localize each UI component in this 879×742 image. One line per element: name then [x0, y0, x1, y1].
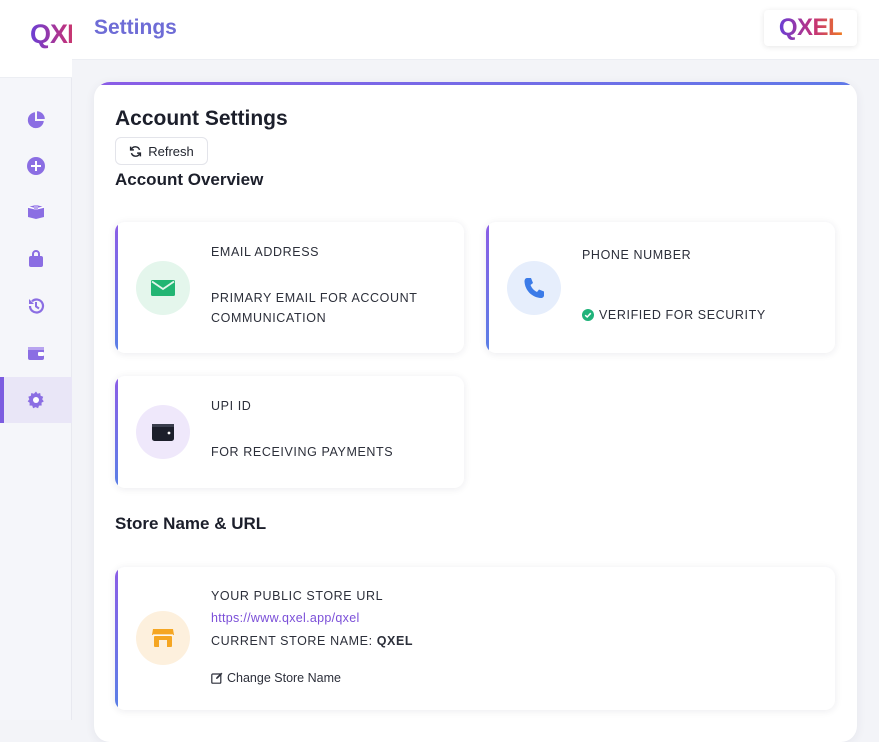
store-section-title: Store Name & URL — [115, 514, 267, 533]
page-title: Settings — [94, 16, 177, 39]
wallet-icon — [28, 347, 44, 360]
store-url-label: YOUR PUBLIC STORE URL — [211, 589, 384, 603]
plus-circle-icon — [27, 157, 45, 175]
refresh-label: Refresh — [148, 143, 194, 159]
email-desc-line2: COMMUNICATION — [211, 311, 327, 325]
sidebar-item-orders[interactable] — [0, 236, 72, 282]
upi-label: UPI ID — [211, 399, 252, 413]
brand-badge-text: QXEL — [778, 14, 843, 41]
top-bar: Settings QXEL — [72, 0, 879, 60]
account-settings-title: Account Settings — [115, 107, 288, 130]
current-store-name-row: CURRENT STORE NAME: QXEL — [211, 631, 413, 651]
sidebar-item-dashboard[interactable] — [0, 97, 72, 143]
current-store-name-value: QXEL — [376, 634, 414, 648]
upi-icon-circle — [136, 405, 190, 459]
refresh-icon — [130, 145, 142, 157]
store-icon — [152, 629, 174, 647]
sidebar-item-settings[interactable] — [0, 377, 72, 423]
current-store-name-label: CURRENT STORE NAME: — [211, 634, 373, 648]
store-url-link[interactable]: https://www.qxel.app/qxel — [211, 611, 360, 625]
phone-icon-circle — [507, 261, 561, 315]
phone-card: PHONE NUMBER VERIFIED FOR SECURITY — [486, 222, 835, 353]
change-store-name-label: Change Store Name — [227, 671, 341, 685]
envelope-icon — [151, 280, 175, 296]
email-desc-line1: PRIMARY EMAIL FOR ACCOUNT — [211, 291, 418, 305]
sidebar-item-history[interactable] — [0, 283, 72, 329]
upi-card: UPI ID FOR RECEIVING PAYMENTS — [115, 376, 464, 488]
pie-chart-icon — [27, 111, 45, 129]
sidebar-logo[interactable]: QXEL — [0, 0, 72, 78]
email-label: EMAIL ADDRESS — [211, 245, 320, 259]
upi-desc: FOR RECEIVING PAYMENTS — [211, 445, 394, 459]
check-circle-icon — [582, 309, 594, 321]
logo-text: QXEL — [30, 19, 72, 50]
brand-badge[interactable]: QXEL — [764, 10, 857, 46]
phone-verified-text: VERIFIED FOR SECURITY — [599, 308, 766, 322]
sidebar: QXEL — [0, 0, 72, 720]
phone-icon — [524, 278, 544, 298]
email-card: EMAIL ADDRESS PRIMARY EMAIL FOR ACCOUNT … — [115, 222, 464, 353]
sidebar-item-add[interactable] — [0, 143, 72, 189]
email-icon-circle — [136, 261, 190, 315]
shopping-bag-icon — [29, 250, 43, 267]
account-settings-card: Account Settings Refresh Account Overvie… — [94, 82, 857, 742]
store-icon-circle — [136, 611, 190, 665]
sidebar-item-wallet[interactable] — [0, 330, 72, 376]
edit-icon — [211, 672, 223, 684]
store-card: YOUR PUBLIC STORE URL https://www.qxel.a… — [115, 567, 835, 710]
phone-verified-badge: VERIFIED FOR SECURITY — [582, 308, 766, 322]
sidebar-item-products[interactable] — [0, 189, 72, 235]
box-icon — [27, 205, 45, 219]
account-overview-title: Account Overview — [115, 170, 264, 189]
refresh-button[interactable]: Refresh — [115, 137, 208, 165]
gear-icon — [27, 391, 44, 409]
wallet-icon — [152, 424, 174, 441]
change-store-name-button[interactable]: Change Store Name — [211, 671, 341, 685]
history-icon — [28, 298, 45, 314]
phone-label: PHONE NUMBER — [582, 248, 692, 262]
